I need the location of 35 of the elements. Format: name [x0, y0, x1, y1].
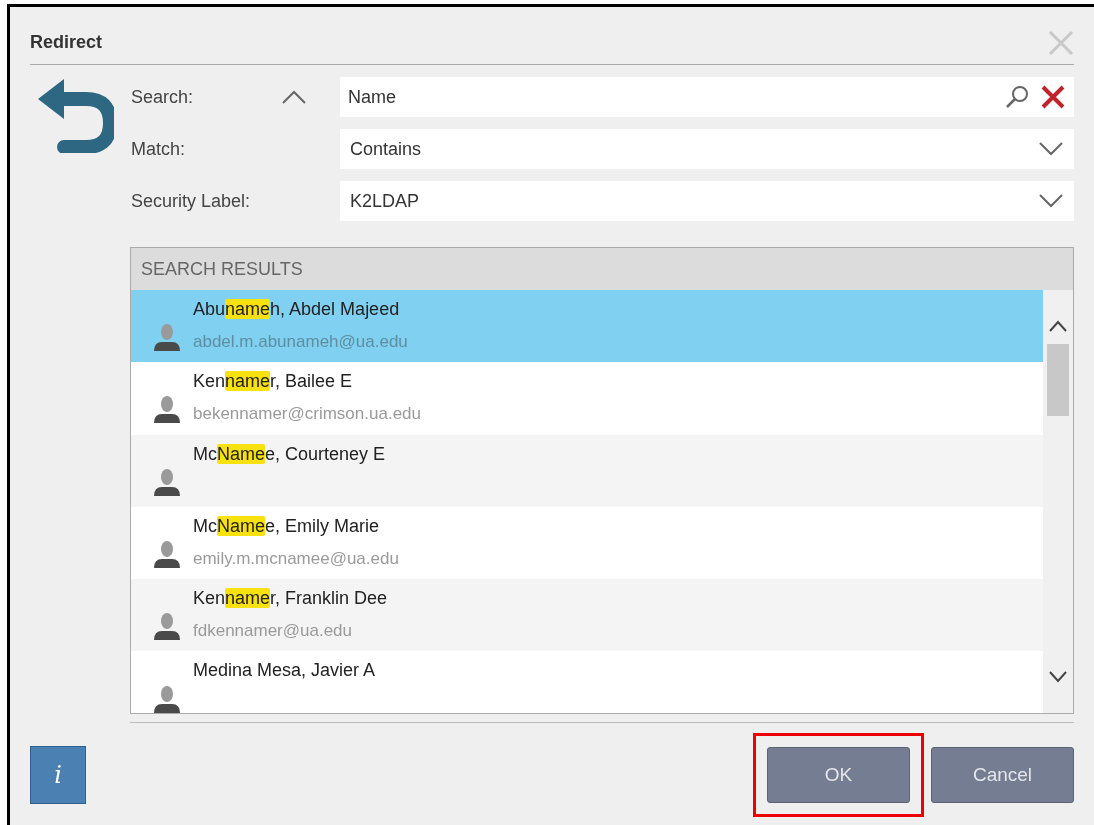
clear-icon[interactable]	[1040, 84, 1066, 110]
dropdown-caret-icon[interactable]	[1038, 193, 1064, 209]
person-icon	[153, 612, 181, 643]
result-row[interactable]: Kennamer, Franklin Dee fdkennamer@ua.edu	[131, 579, 1043, 652]
person-icon	[153, 467, 181, 498]
results-header: SEARCH RESULTS	[131, 248, 1073, 290]
person-name: Medina Mesa, Javier A	[193, 659, 376, 683]
search-field[interactable]: Name	[340, 77, 1074, 117]
person-icon	[153, 540, 181, 571]
person-icon	[153, 395, 181, 426]
result-row[interactable]: Abunameh, Abdel Majeed abdel.m.abunameh@ua.edu	[131, 290, 1043, 363]
person-name: Kennamer, Franklin Dee	[193, 587, 388, 611]
scrollbar[interactable]	[1043, 290, 1073, 713]
person-email: abdel.m.abunameh@ua.edu	[193, 331, 408, 353]
person-email: bekennamer@crimson.ua.edu	[193, 403, 421, 426]
back-arrow-icon[interactable]	[38, 77, 114, 153]
person-icon	[153, 323, 181, 354]
security-label: Security Label:	[131, 189, 252, 213]
scroll-thumb[interactable]	[1047, 344, 1069, 416]
person-icon	[153, 684, 181, 713]
scroll-up-icon[interactable]	[1049, 320, 1067, 332]
dialog-title: Redirect	[30, 31, 103, 54]
person-name: Abunameh, Abdel Majeed	[193, 298, 401, 321]
search-icon[interactable]	[1004, 84, 1030, 110]
security-label-dropdown[interactable]: K2LDAP	[340, 181, 1074, 221]
dropdown-caret-icon[interactable]	[1038, 141, 1064, 157]
person-email: emily.m.mcnamee@ua.edu	[193, 547, 399, 570]
scroll-down-icon[interactable]	[1049, 671, 1067, 683]
search-label: Search:	[131, 85, 195, 109]
person-email: fdkennamer@ua.edu	[193, 620, 354, 643]
info-button[interactable]: i	[30, 746, 86, 804]
collapse-icon[interactable]	[281, 89, 307, 105]
person-name: Kennamer, Bailee E	[193, 370, 354, 394]
match-label: Match:	[131, 137, 187, 161]
match-dropdown[interactable]: Contains	[340, 129, 1074, 169]
